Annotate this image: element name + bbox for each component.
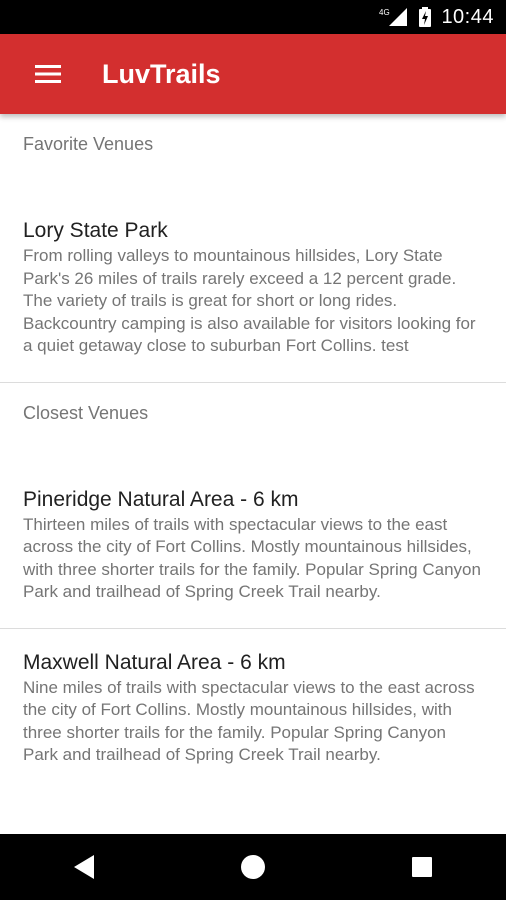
status-bar: 4G 10:44 (0, 0, 506, 34)
back-button[interactable] (54, 837, 114, 897)
home-button[interactable] (223, 837, 283, 897)
recents-square-icon (411, 857, 432, 877)
venue-title: Pineridge Natural Area - 6 km (23, 487, 299, 511)
recents-button[interactable] (392, 837, 452, 897)
network-type-label: 4G (379, 8, 390, 17)
menu-button[interactable] (20, 46, 76, 102)
closest-venues-header: Closest Venues (23, 402, 149, 423)
venue-description: Thirteen miles of trails with spectacula… (23, 514, 481, 602)
list-item[interactable]: Lory State Park From rolling valleys to … (0, 174, 506, 382)
hamburger-menu-icon (35, 65, 61, 83)
navigation-bar (0, 834, 506, 900)
list-item[interactable]: Maxwell Natural Area - 6 km Nine miles o… (0, 629, 506, 767)
home-circle-icon (240, 855, 265, 879)
status-time: 10:44 (441, 5, 494, 28)
favorite-venues-header: Favorite Venues (23, 134, 154, 154)
venue-description: Nine miles of trails with spectacular vi… (23, 677, 475, 765)
list-item[interactable]: Pineridge Natural Area - 6 km Thirteen m… (0, 443, 506, 628)
venue-title: Lory State Park (23, 219, 168, 242)
venue-description: From rolling valleys to mountainous hill… (23, 246, 476, 355)
app-bar: LuvTrails (0, 34, 506, 114)
venue-list[interactable]: Favorite Venues Lory State Park From rol… (0, 114, 506, 834)
venue-title: Maxwell Natural Area - 6 km (23, 650, 286, 674)
cellular-signal-icon: 4G (379, 7, 409, 27)
app-title: LuvTrails (102, 58, 221, 89)
back-triangle-icon (74, 855, 95, 879)
battery-charging-icon (419, 7, 432, 27)
